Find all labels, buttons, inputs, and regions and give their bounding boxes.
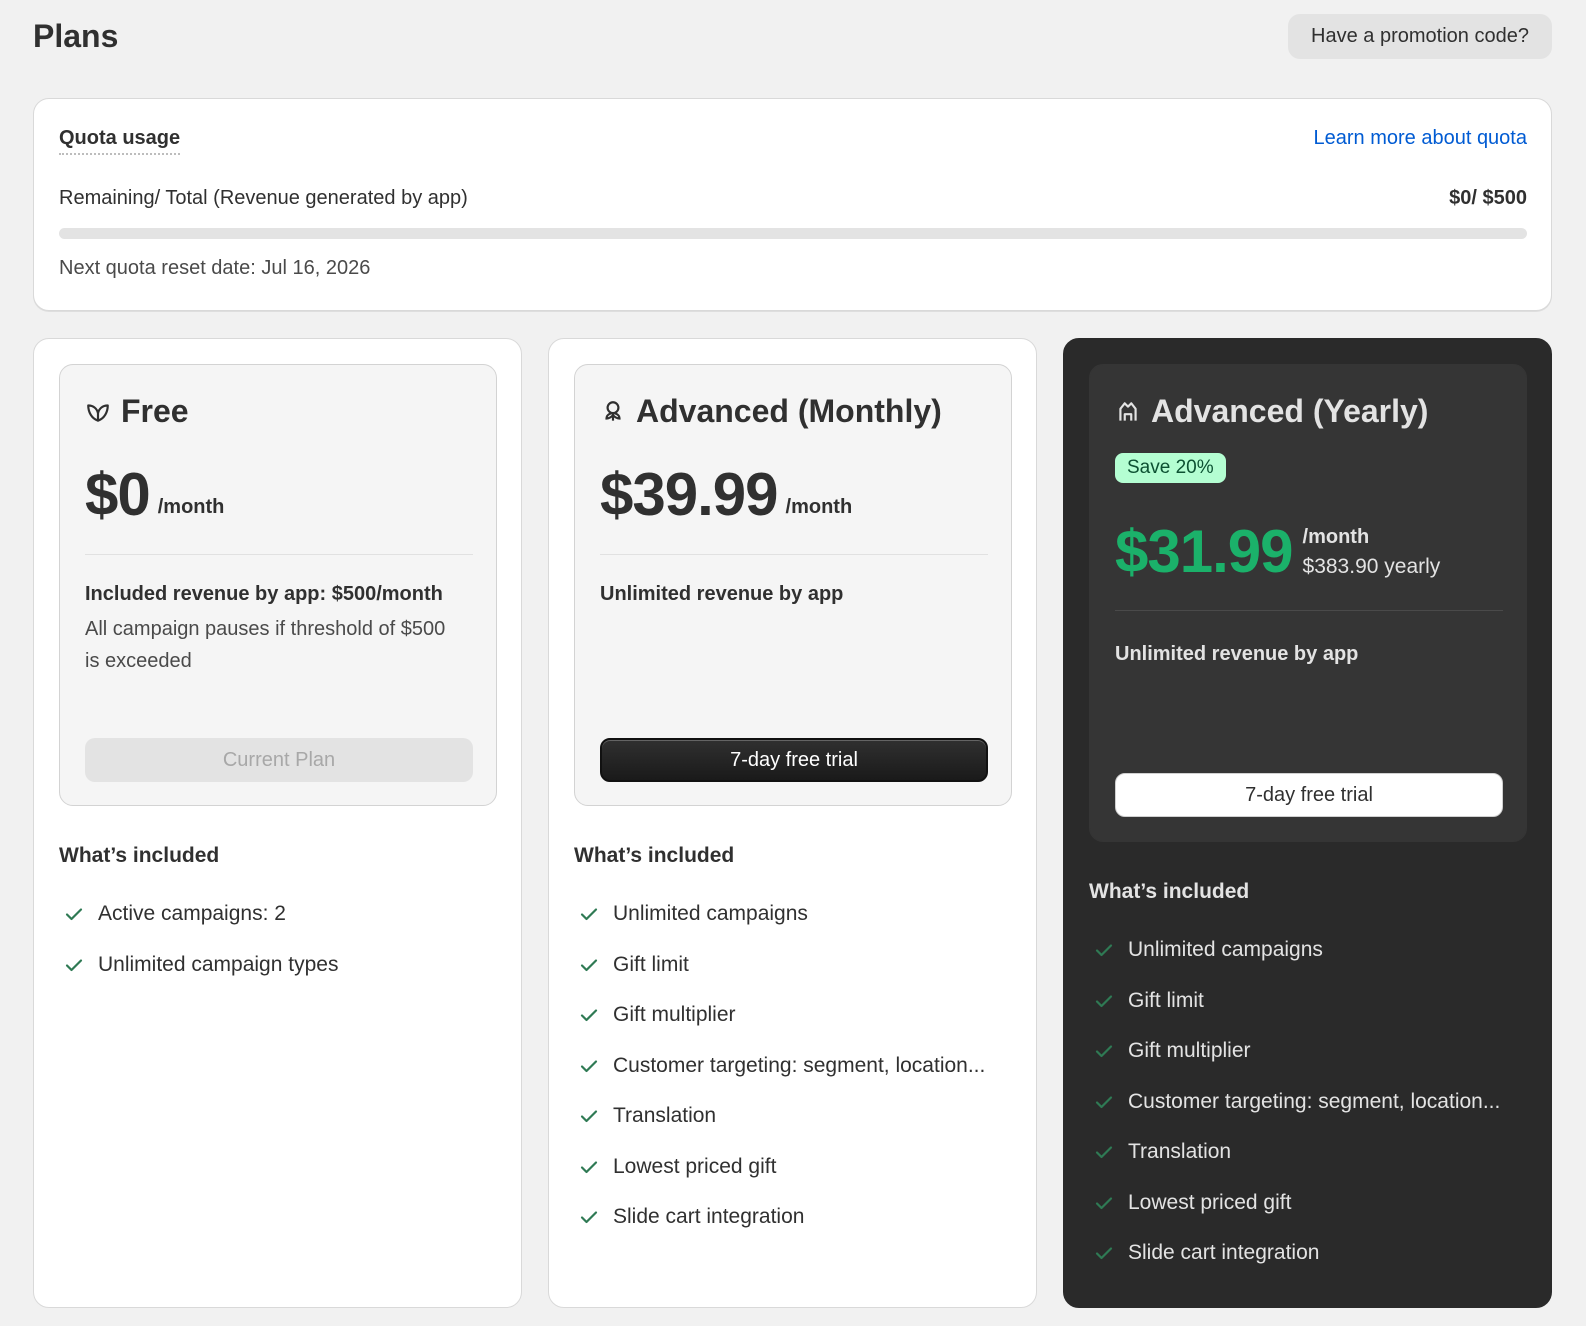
check-icon xyxy=(65,908,83,921)
check-icon xyxy=(580,1110,598,1123)
check-icon xyxy=(1095,1096,1113,1108)
feature-item: Gift multiplier xyxy=(1094,1026,1500,1077)
plan-summary-free: Free $0 /month Included revenue by app: … xyxy=(59,364,497,806)
free-trial-button[interactable]: 7-day free trial xyxy=(600,738,988,782)
revenue-title: Unlimited revenue by app xyxy=(600,583,844,605)
price-row: $39.99 /month xyxy=(600,465,852,525)
feature-label: Gift multiplier xyxy=(613,1003,736,1027)
divider xyxy=(1115,610,1503,611)
feature-item: Gift multiplier xyxy=(579,990,985,1041)
feature-item: Slide cart integration xyxy=(1094,1228,1500,1279)
feature-item: Unlimited campaigns xyxy=(579,889,985,940)
feature-label: Gift limit xyxy=(613,952,689,976)
price-period: /month xyxy=(157,496,225,518)
feature-label: Unlimited campaigns xyxy=(1128,938,1323,962)
feature-list: Unlimited campaigns Gift limit Gift multip… xyxy=(579,889,985,1243)
price-row: $0 /month xyxy=(85,465,224,525)
check-icon xyxy=(65,959,83,971)
plan-card-free: Free $0 /month Included revenue by app: … xyxy=(33,338,522,1308)
feature-item: Lowest priced gift xyxy=(579,1142,985,1193)
leaf-icon xyxy=(87,403,109,422)
check-icon xyxy=(580,959,598,971)
price-period: /month xyxy=(1302,526,1370,548)
feature-item: Gift limit xyxy=(579,940,985,991)
divider xyxy=(600,554,988,555)
feature-item: Translation xyxy=(579,1091,985,1142)
check-icon xyxy=(1095,995,1113,1007)
promotion-code-button[interactable]: Have a promotion code? xyxy=(1288,14,1552,59)
feature-label: Unlimited campaigns xyxy=(613,902,808,926)
page-title: Plans xyxy=(33,18,119,54)
quota-value: $0/ $500 xyxy=(1449,187,1527,209)
feature-label: Lowest priced gift xyxy=(613,1154,777,1178)
crown-icon xyxy=(1119,401,1137,421)
feature-item: Slide cart integration xyxy=(579,1192,985,1243)
plan-card-advanced-monthly: Advanced (Monthly) $39.99 /month Unlimit… xyxy=(548,338,1037,1308)
divider xyxy=(85,554,473,555)
check-icon xyxy=(580,1009,598,1022)
price-detail: /month $383.90 yearly xyxy=(1301,522,1441,579)
whats-included-title: What’s included xyxy=(574,844,735,867)
feature-list: Active campaigns: 2 Unlimited campaign ty… xyxy=(64,889,338,990)
quota-reset-date: Next quota reset date: Jul 16, 2026 xyxy=(59,257,371,279)
feature-label: Translation xyxy=(1128,1140,1232,1164)
flower-icon xyxy=(605,400,621,421)
quota-label: Remaining/ Total (Revenue generated by a… xyxy=(59,187,468,209)
plan-price: $0 xyxy=(85,461,151,528)
plan-name: Advanced (Monthly) xyxy=(600,393,942,430)
plan-summary-advanced-monthly: Advanced (Monthly) $39.99 /month Unlimit… xyxy=(574,364,1012,806)
plan-price: $39.99 xyxy=(600,461,779,528)
feature-item: Unlimited campaigns xyxy=(1094,925,1500,976)
feature-label: Customer targeting: segment, location... xyxy=(1128,1089,1501,1113)
feature-label: Unlimited campaign types xyxy=(98,952,339,976)
feature-label: Slide cart integration xyxy=(1128,1241,1320,1265)
check-icon xyxy=(580,1161,598,1173)
learn-more-quota-link[interactable]: Learn more about quota xyxy=(1314,127,1528,150)
revenue-title: Included revenue by app: $500/month xyxy=(85,583,443,605)
check-icon xyxy=(1095,1045,1113,1058)
check-icon xyxy=(1095,1146,1113,1159)
check-icon xyxy=(580,908,598,921)
check-icon xyxy=(1095,1247,1113,1260)
check-icon xyxy=(1095,944,1113,957)
quota-card: Quota usage Learn more about quota Remai… xyxy=(33,98,1552,311)
price-row: $31.99 /month $383.90 yearly xyxy=(1115,522,1440,582)
yearly-price: $383.90 yearly xyxy=(1302,555,1441,578)
feature-label: Lowest priced gift xyxy=(1128,1190,1292,1214)
plan-name: Advanced (Yearly) xyxy=(1115,393,1428,430)
check-icon xyxy=(580,1211,598,1224)
revenue-note: All campaign pauses if threshold of $500… xyxy=(85,618,446,672)
feature-item: Unlimited campaign types xyxy=(64,940,338,991)
feature-label: Gift multiplier xyxy=(1128,1039,1251,1063)
feature-item: Translation xyxy=(1094,1127,1500,1178)
feature-label: Customer targeting: segment, location... xyxy=(613,1053,986,1077)
quota-title[interactable]: Quota usage xyxy=(59,127,181,155)
check-icon xyxy=(580,1060,598,1072)
feature-list: Unlimited campaigns Gift limit Gift multip… xyxy=(1094,925,1500,1279)
feature-item: Customer targeting: segment, location... xyxy=(579,1041,985,1092)
feature-item: Lowest priced gift xyxy=(1094,1178,1500,1229)
revenue-title: Unlimited revenue by app xyxy=(1115,643,1359,665)
quota-progress-bar xyxy=(59,228,1527,239)
feature-label: Active campaigns: 2 xyxy=(98,902,286,926)
plan-summary-advanced-yearly: Advanced (Yearly) Save 20% $31.99 /month… xyxy=(1089,364,1527,842)
plan-price: $31.99 xyxy=(1115,518,1294,585)
whats-included-title: What’s included xyxy=(1089,880,1250,903)
feature-label: Translation xyxy=(613,1104,717,1128)
feature-item: Customer targeting: segment, location... xyxy=(1094,1077,1500,1128)
feature-item: Gift limit xyxy=(1094,976,1500,1027)
plan-name: Free xyxy=(85,393,189,430)
feature-item: Active campaigns: 2 xyxy=(64,889,338,940)
feature-label: Gift limit xyxy=(1128,988,1204,1012)
plan-card-advanced-yearly: Advanced (Yearly) Save 20% $31.99 /month… xyxy=(1063,338,1552,1308)
price-period: /month xyxy=(785,496,853,518)
free-trial-button[interactable]: 7-day free trial xyxy=(1115,773,1503,817)
feature-label: Slide cart integration xyxy=(613,1205,805,1229)
save-badge: Save 20% xyxy=(1115,453,1226,483)
check-icon xyxy=(1095,1197,1113,1209)
current-plan-button[interactable]: Current Plan xyxy=(85,738,473,782)
whats-included-title: What’s included xyxy=(59,844,220,867)
